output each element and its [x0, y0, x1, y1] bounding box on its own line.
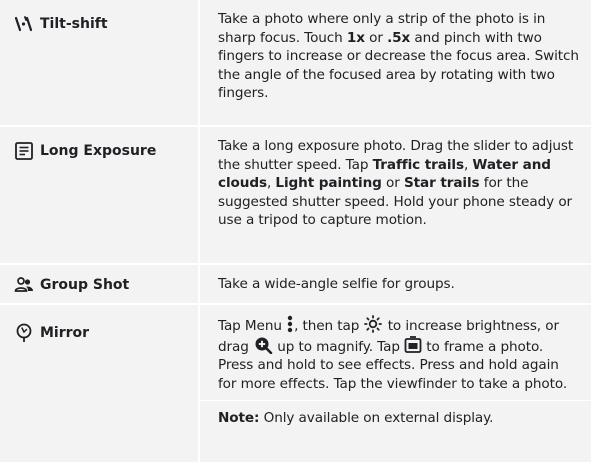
feature-name: Group Shot: [40, 277, 130, 293]
feature-cell: Tilt-shift: [0, 0, 200, 125]
brightness-icon: [363, 315, 383, 333]
feature-name: Mirror: [40, 325, 90, 341]
feature-cell: Group Shot: [0, 265, 200, 303]
frame-icon: [404, 335, 422, 354]
group-shot-icon: [14, 275, 34, 295]
zoom-in-icon: [253, 336, 273, 354]
table-row-long-exposure: Long Exposure Take a long exposure photo…: [0, 127, 591, 265]
feature-cell: Mirror: [0, 305, 200, 462]
table-row-group-shot: Group Shot Take a wide-angle selfie for …: [0, 265, 591, 305]
note-divider: [200, 400, 591, 402]
feature-name: Tilt-shift: [40, 16, 108, 32]
feature-description: Take a photo where only a strip of the p…: [218, 11, 579, 102]
tilt-shift-icon: [14, 14, 34, 34]
feature-description: Tap Menu , then tap to increase brightne…: [200, 305, 591, 462]
more-vert-icon: [286, 315, 294, 333]
features-table: Tilt-shift Take a photo where only a str…: [0, 0, 591, 462]
note: Note: Only available on external display…: [218, 410, 494, 427]
feature-description: Take a wide-angle selfie for groups.: [218, 276, 455, 292]
feature-name: Long Exposure: [40, 143, 157, 159]
table-row-mirror: Mirror Tap Menu , then tap to increase b…: [0, 305, 591, 462]
mirror-icon: [14, 323, 34, 343]
feature-cell: Long Exposure: [0, 127, 200, 263]
table-row-tilt-shift: Tilt-shift Take a photo where only a str…: [0, 0, 591, 127]
long-exposure-icon: [14, 141, 34, 161]
feature-description: Take a long exposure photo. Drag the sli…: [218, 138, 574, 229]
